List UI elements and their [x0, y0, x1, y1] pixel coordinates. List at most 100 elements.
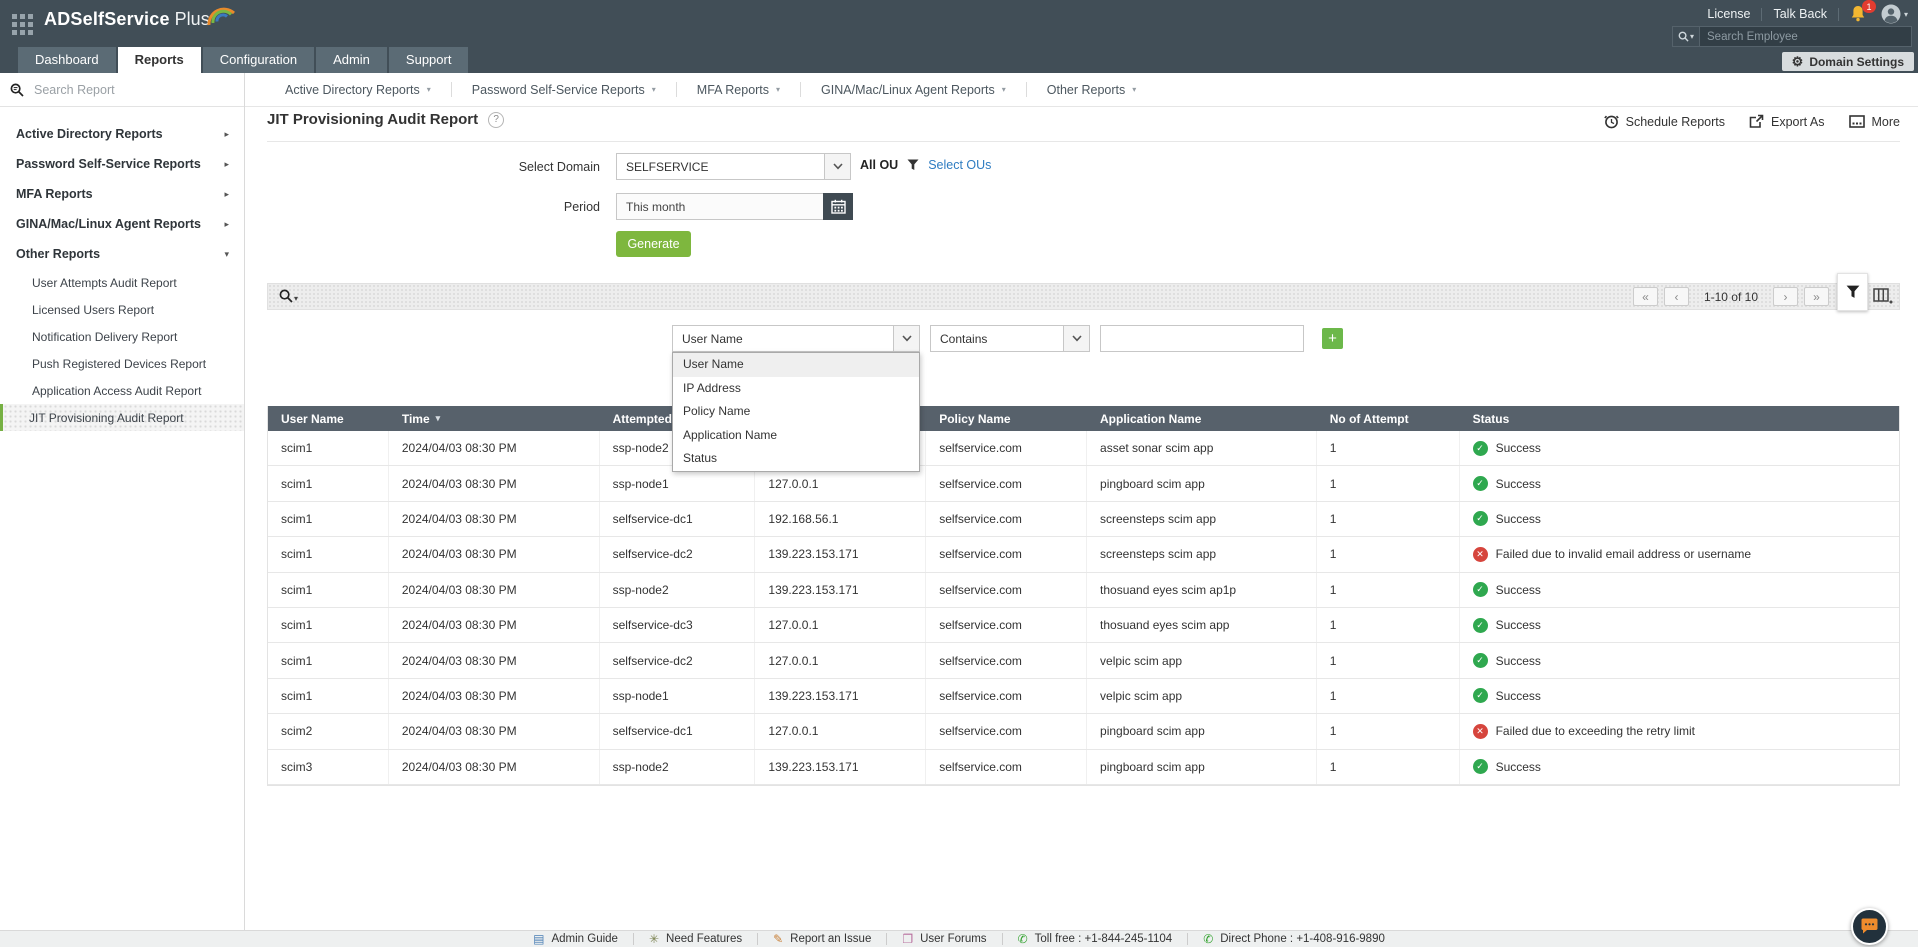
generate-button[interactable]: Generate [616, 231, 691, 257]
user-avatar[interactable]: ▾ [1881, 4, 1908, 24]
tab-admin[interactable]: Admin [316, 47, 387, 73]
filter-value-input[interactable] [1100, 325, 1304, 352]
footer-link-user-forums[interactable]: ❐ User Forums [887, 933, 1001, 945]
reports-nav-item-mfa-reports[interactable]: MFA Reports ▾ [677, 83, 800, 97]
cell-status: ✓ Success [1460, 431, 1899, 465]
select-ous-link[interactable]: Select OUs [928, 158, 991, 172]
footer-link-need-features[interactable]: ✳ Need Features [634, 933, 757, 945]
tab-configuration[interactable]: Configuration [202, 47, 315, 73]
calendar-button[interactable] [823, 193, 853, 220]
filter-option-user-name[interactable]: User Name [673, 353, 919, 377]
schedule-reports-button[interactable]: Schedule Reports [1603, 114, 1725, 129]
tab-reports[interactable]: Reports [117, 47, 201, 73]
column-header-application-name[interactable]: Application Name [1087, 412, 1317, 426]
table-row[interactable]: scim1 2024/04/03 08:30 PM ssp-node2 139.223… [268, 572, 1899, 608]
previous-page-button[interactable]: ‹ [1663, 287, 1689, 306]
table-row[interactable]: scim1 2024/04/03 08:30 PM selfservice-dc1 1… [268, 501, 1899, 538]
reports-nav-item-password-self-service-reports[interactable]: Password Self-Service Reports ▾ [452, 83, 676, 97]
footer-link-toll-free[interactable]: ✆ Toll free : +1-844-245-1104 [1003, 933, 1188, 945]
table-row[interactable]: scim1 2024/04/03 08:30 PM selfservice-dc3 1… [268, 607, 1899, 644]
export-as-button[interactable]: Export As [1749, 114, 1825, 129]
column-header-label: Policy Name [939, 411, 1011, 426]
cell-attempted-node: selfservice-dc1 [600, 501, 756, 537]
sidebar-item-push-registered-devices-report[interactable]: Push Registered Devices Report [0, 350, 244, 377]
report-search-input[interactable] [32, 81, 234, 98]
cell-user-name: scim1 [268, 466, 389, 501]
reports-nav-item-other-reports[interactable]: Other Reports ▾ [1027, 83, 1157, 97]
table-row[interactable]: scim1 2024/04/03 08:30 PM ssp-node2 selfser… [268, 431, 1899, 467]
tab-dashboard[interactable]: Dashboard [18, 47, 116, 73]
sidebar-item-notification-delivery-report[interactable]: Notification Delivery Report [0, 323, 244, 350]
add-filter-button[interactable]: + [1322, 328, 1343, 349]
column-header-status[interactable]: Status [1460, 412, 1899, 426]
domain-select[interactable]: SELFSERVICE [616, 153, 851, 180]
help-icon[interactable]: ? [488, 111, 505, 128]
chevron-down-icon: ▾ [294, 294, 299, 303]
column-header-user-name[interactable]: User Name [268, 412, 389, 426]
reports-nav-label: Other Reports [1046, 82, 1126, 97]
filter-option-application-name[interactable]: Application Name [673, 424, 919, 448]
sidebar-item-licensed-users-report[interactable]: Licensed Users Report [0, 296, 244, 323]
sidebar-item-other-reports[interactable]: Other Reports ▾ [0, 239, 244, 269]
license-link[interactable]: License [1707, 7, 1750, 21]
footer-link-report-an-issue[interactable]: ✎ Report an Issue [758, 933, 886, 945]
filter-option-policy-name[interactable]: Policy Name [673, 400, 919, 424]
last-page-button[interactable]: » [1804, 287, 1829, 306]
domain-settings-button[interactable]: ⚙ Domain Settings [1781, 52, 1914, 71]
search-scope-button[interactable]: ▾ [1673, 27, 1700, 46]
first-page-button[interactable]: « [1632, 287, 1658, 306]
sidebar-item-active-directory-reports[interactable]: Active Directory Reports ▸ [0, 119, 244, 149]
column-chooser-button[interactable] [1873, 287, 1893, 311]
cell-attempted-node: selfservice-dc1 [600, 714, 756, 749]
sidebar-item-gina-mac-linux-agent-reports[interactable]: GINA/Mac/Linux Agent Reports ▸ [0, 209, 244, 239]
filter-operator-select[interactable]: Contains [930, 325, 1090, 352]
footer-link-admin-guide[interactable]: ▤ Admin Guide [518, 933, 633, 945]
filter-field-select[interactable]: User Name [672, 325, 920, 352]
filter-toggle-button[interactable] [1837, 273, 1868, 311]
app-launcher-icon[interactable] [12, 14, 34, 36]
sidebar-item-mfa-reports[interactable]: MFA Reports ▸ [0, 179, 244, 209]
filter-option-status[interactable]: Status [673, 447, 919, 471]
live-chat-button[interactable] [1851, 908, 1888, 945]
export-as-label: Export As [1771, 114, 1825, 129]
sidebar-item-jit-provisioning-audit-report[interactable]: JIT Provisioning Audit Report [0, 404, 244, 431]
primary-nav-tabs: Dashboard Reports Configuration Admin Suppor… [18, 47, 470, 73]
chevron-down-icon: ▾ [1132, 85, 1137, 94]
employee-search-input[interactable] [1700, 27, 1911, 46]
next-page-button[interactable]: › [1773, 287, 1798, 306]
sidebar-item-password-self-service-reports[interactable]: Password Self-Service Reports ▸ [0, 149, 244, 179]
tab-support[interactable]: Support [388, 47, 469, 73]
column-header-no-of-attempt[interactable]: No of Attempt [1317, 412, 1460, 426]
ou-filter: All OU Select OUs [860, 158, 991, 172]
table-row[interactable]: scim3 2024/04/03 08:30 PM ssp-node2 139.223… [268, 749, 1899, 785]
success-icon: ✓ [1472, 511, 1488, 527]
sidebar-item-user-attempts-audit-report[interactable]: User Attempts Audit Report [0, 269, 244, 296]
table-row[interactable]: scim1 2024/04/03 08:30 PM ssp-node1 127.0.0… [268, 466, 1899, 502]
column-header-time[interactable]: Time ▾ [389, 412, 600, 426]
cell-no-of-attempt: 1 [1317, 749, 1460, 784]
table-row[interactable]: scim1 2024/04/03 08:30 PM selfservice-dc2 1… [268, 537, 1899, 573]
table-header-row: User Name Time ▾ Attempted Policy Name Applic… [268, 406, 1899, 431]
forums-icon: ❐ [902, 932, 914, 946]
cell-application-name: velpic scim app [1087, 678, 1317, 714]
sidebar-item-application-access-audit-report[interactable]: Application Access Audit Report [0, 377, 244, 404]
table-row[interactable]: scim1 2024/04/03 08:30 PM ssp-node1 139.223… [268, 678, 1899, 715]
table-search-button[interactable]: ▾ [279, 289, 298, 303]
funnel-icon[interactable] [907, 159, 919, 171]
notifications-bell-icon[interactable]: 1 [1850, 0, 1876, 23]
reports-nav-item-gina-mac-linux-agent-reports[interactable]: GINA/Mac/Linux Agent Reports ▾ [801, 83, 1026, 97]
table-row[interactable]: scim1 2024/04/03 08:30 PM selfservice-dc2 1… [268, 643, 1899, 679]
cell-user-name: scim1 [268, 678, 389, 714]
table-row[interactable]: scim2 2024/04/03 08:30 PM selfservice-dc1 1… [268, 714, 1899, 750]
reports-nav-item-active-directory-reports[interactable]: Active Directory Reports ▾ [265, 83, 451, 97]
filter-option-ip-address[interactable]: IP Address [673, 377, 919, 401]
more-label: More [1871, 114, 1900, 129]
column-header-policy-name[interactable]: Policy Name [926, 412, 1087, 426]
more-button[interactable]: More [1848, 114, 1900, 129]
period-input[interactable]: This month [616, 193, 823, 220]
talk-back-link[interactable]: Talk Back [1773, 7, 1827, 21]
footer-link-direct-phone[interactable]: ✆ Direct Phone : +1-408-916-9890 [1188, 933, 1400, 945]
cell-ip-address: 127.0.0.1 [755, 643, 927, 678]
cell-application-name: pingboard scim app [1087, 749, 1317, 784]
cell-attempted-node: ssp-node2 [600, 572, 756, 607]
